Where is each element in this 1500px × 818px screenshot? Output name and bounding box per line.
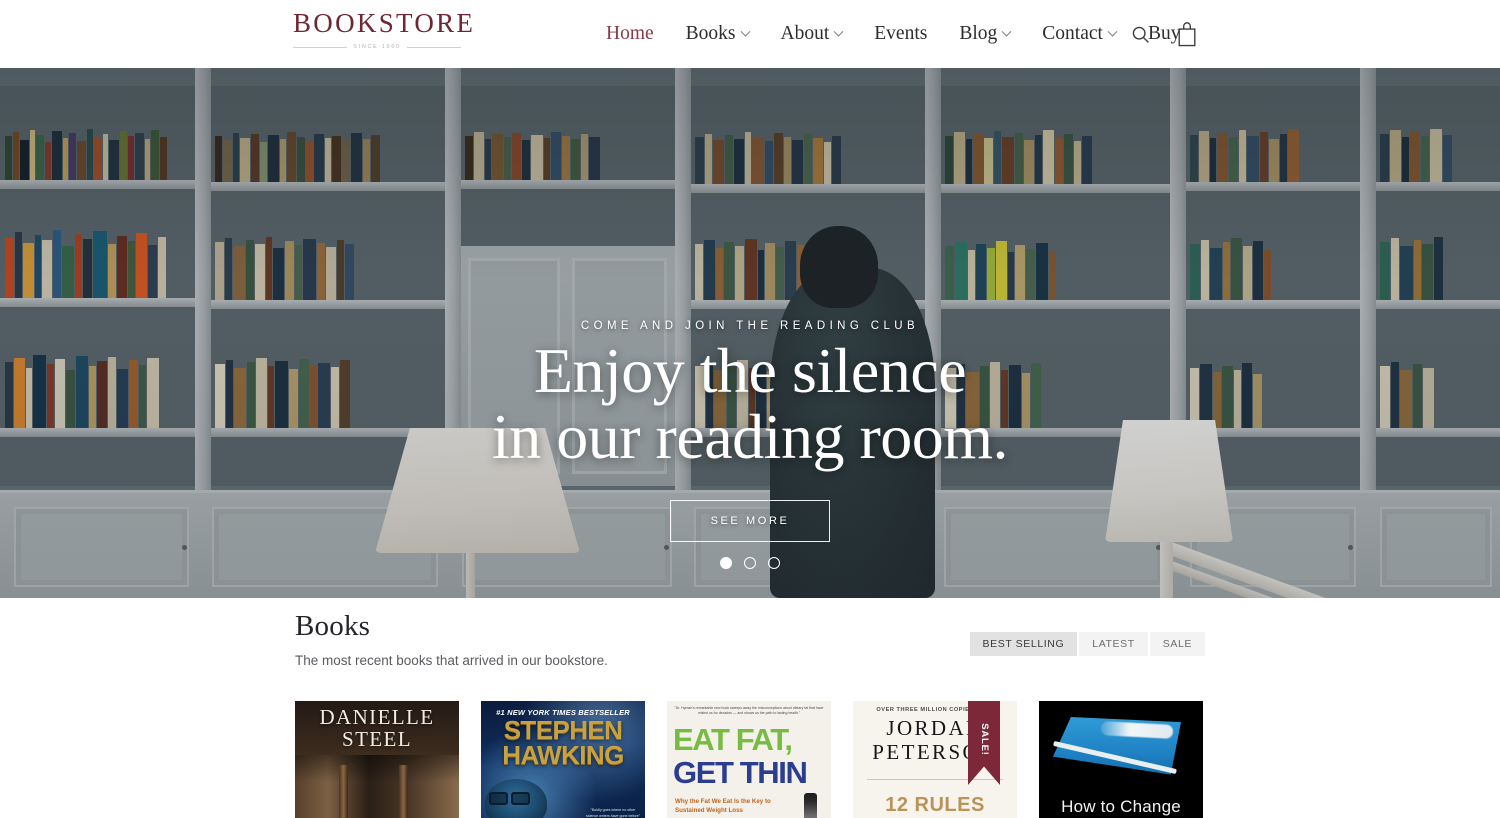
books-section: Books The most recent books that arrived… — [0, 598, 1500, 818]
hero-title: Enjoy the silence in our reading room. — [491, 335, 1009, 472]
books-grid: DANIELLE STEEL #1 NEW YORK TIMES BESTSEL… — [295, 701, 1203, 818]
cover-oil-bottle — [804, 793, 817, 818]
shopping-bag-icon[interactable] — [1176, 21, 1198, 47]
hero-content: COME AND JOIN THE READING CLUB Enjoy the… — [0, 68, 1500, 598]
cover-title-line-1: EAT FAT, — [673, 722, 793, 757]
cover-title-line-2: HAWKING — [502, 740, 624, 771]
cover-title-line-2: GET THIN — [673, 755, 808, 790]
nav-label: Home — [606, 23, 654, 45]
nav-item-books[interactable]: Books — [670, 24, 765, 44]
nav-item-events[interactable]: Events — [858, 24, 943, 44]
nav-item-home[interactable]: Home — [590, 24, 670, 44]
tab-sale[interactable]: SALE — [1149, 632, 1205, 656]
hero-slider: COME AND JOIN THE READING CLUB Enjoy the… — [0, 68, 1500, 598]
book-cover-title: DANIELLE STEEL — [295, 705, 459, 751]
nav-label: Blog — [959, 23, 998, 45]
header-icons — [1130, 0, 1198, 68]
hero-title-line-1: Enjoy the silence — [533, 335, 967, 406]
cover-title-line-2: STEEL — [342, 726, 412, 751]
nav-label: Events — [874, 23, 928, 45]
site-logo[interactable]: BOOKSTORE SINCE 1960 — [293, 8, 476, 50]
cover-art — [295, 755, 459, 818]
chevron-down-icon — [1001, 26, 1012, 37]
cover-blurb: "Boldly goes where no other science writ… — [586, 808, 641, 818]
book-card-jordan-peterson[interactable]: OVER THREE MILLION COPIES SOLD JORDAN PE… — [853, 701, 1017, 818]
book-cover-title: STEPHEN HAWKING — [481, 717, 645, 771]
glasses-left — [489, 792, 508, 805]
cover-quote: "Dr. Hyman's remarkable new book sweeps … — [674, 706, 824, 716]
logo-wordmark: BOOKSTORE — [293, 8, 476, 38]
see-more-button[interactable]: SEE MORE — [670, 499, 830, 542]
logo-tagline-rule: SINCE 1960 — [293, 44, 462, 50]
sale-badge: SALE! — [968, 701, 1000, 785]
site-header: BOOKSTORE SINCE 1960 Home Books About Ev… — [0, 0, 1500, 68]
books-filter-tabs: BEST SELLING LATEST SALE — [969, 632, 1205, 656]
sale-badge-label: SALE! — [978, 722, 990, 756]
tab-latest[interactable]: LATEST — [1079, 632, 1148, 656]
glasses-right — [511, 792, 530, 805]
cover-subtitle: Why the Fat We Eat Is the Key to Sustain… — [675, 798, 771, 815]
tab-best-selling[interactable]: BEST SELLING — [969, 632, 1078, 656]
chevron-down-icon — [833, 26, 844, 37]
hero-title-line-2: in our reading room. — [491, 400, 1009, 472]
nav-item-blog[interactable]: Blog — [943, 24, 1026, 44]
rule-left — [293, 46, 348, 48]
nav-item-contact[interactable]: Contact — [1026, 24, 1132, 44]
cover-divider — [867, 779, 1003, 780]
cover-rules-text: 12 RULES — [885, 794, 985, 816]
rule-right — [406, 46, 462, 48]
hero-kicker: COME AND JOIN THE READING CLUB — [580, 320, 920, 332]
nav-label: Contact — [1042, 23, 1103, 45]
search-icon[interactable] — [1130, 24, 1151, 45]
chevron-down-icon — [740, 26, 750, 37]
main-navigation: Home Books About Events Blog Contact Buy — [590, 0, 1196, 68]
chevron-down-icon — [1107, 26, 1118, 37]
nav-label: About — [780, 23, 830, 45]
cover-title-line-1: DANIELLE — [319, 705, 435, 729]
book-card-stephen-hawking[interactable]: #1 NEW YORK TIMES BESTSELLER STEPHEN HAW… — [481, 701, 645, 818]
books-section-header: Books The most recent books that arrived… — [295, 610, 608, 668]
logo-tagline: SINCE 1960 — [353, 44, 401, 50]
book-card-how-to-change[interactable]: How to Change — [1039, 701, 1203, 818]
nav-item-about[interactable]: About — [765, 24, 859, 44]
cover-title-line-1: How to Change — [1061, 797, 1181, 816]
nav-label: Books — [685, 23, 736, 45]
books-section-subtitle: The most recent books that arrived in ou… — [295, 653, 608, 668]
book-card-eat-fat-get-thin[interactable]: "Dr. Hyman's remarkable new book sweeps … — [667, 701, 831, 818]
book-card-danielle-steel[interactable]: DANIELLE STEEL — [295, 701, 459, 818]
page-title: Books — [295, 610, 371, 642]
